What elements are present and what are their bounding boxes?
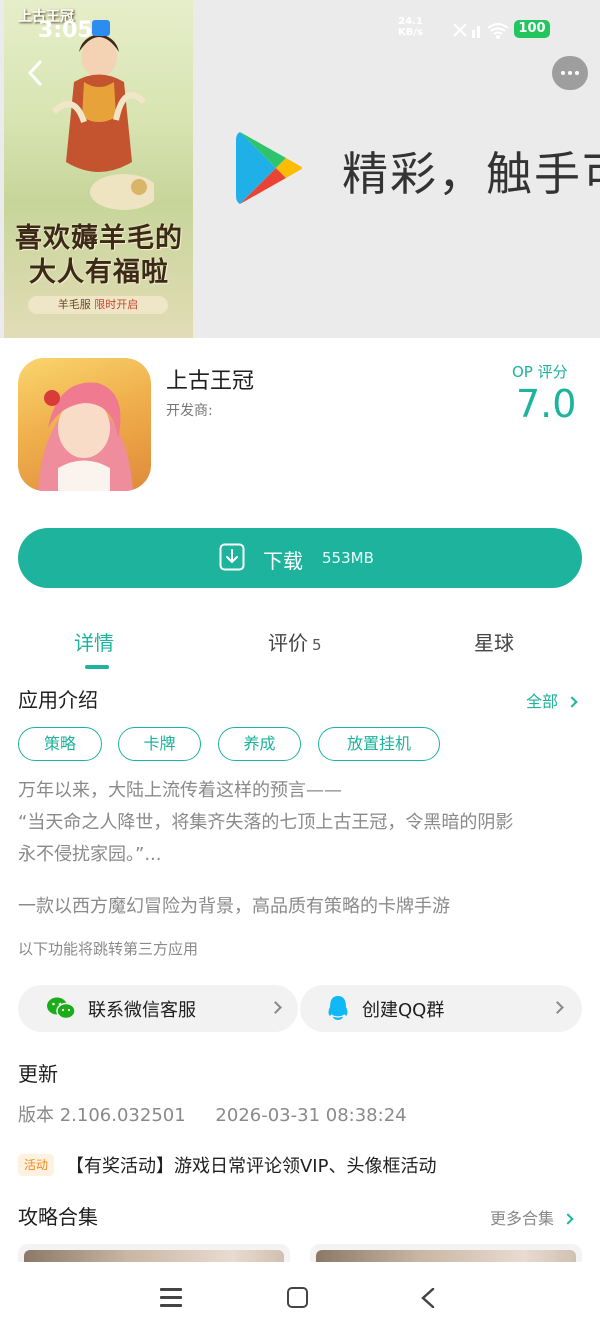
tab-details-label: 详情 [74, 631, 114, 655]
update-date: 2026-03-31 08:38:24 [215, 1105, 407, 1126]
poster-tag: 羊毛服 限时开启 [28, 296, 168, 314]
download-size: 553MB [322, 549, 374, 567]
tab-reviews-label: 评价 [268, 631, 308, 655]
description-line: 永不侵扰家园。”... [18, 844, 162, 865]
wechat-support-button[interactable]: 联系微信客服 [18, 985, 298, 1032]
wechat-support-label: 联系微信客服 [88, 1000, 196, 1021]
create-qq-group-button[interactable]: 创建QQ群 [300, 985, 582, 1032]
back-icon[interactable] [420, 1288, 436, 1308]
see-all-label: 全部 [526, 692, 559, 711]
more-collections-link[interactable]: 更多合集 [490, 1205, 574, 1229]
download-label: 下载 [263, 549, 303, 573]
chevron-right-icon [562, 1213, 574, 1225]
version-number: 版本 2.106.032501 [18, 1105, 186, 1126]
more-options-button[interactable] [552, 56, 588, 90]
recent-apps-icon[interactable] [160, 1288, 182, 1308]
more-collections-label: 更多合集 [490, 1209, 555, 1228]
qq-group-label: 创建QQ群 [362, 1000, 445, 1021]
network-speed: 24.1 KB/s [398, 16, 423, 38]
home-icon[interactable] [287, 1287, 308, 1308]
back-arrow-icon[interactable] [24, 58, 48, 88]
download-icon [219, 543, 245, 571]
wechat-icon [47, 997, 76, 1020]
poster-slogan-line-2: 大人有福啦 [29, 257, 169, 288]
tab-planet[interactable]: 星球 [474, 627, 514, 656]
download-button[interactable]: 下载 553MB [18, 528, 582, 588]
tab-indicator [85, 665, 109, 669]
poster-tag-prefix: 羊毛服 [57, 298, 91, 311]
intro-description: 万年以来，大陆上流传着这样的预言—— “当天命之人降世，将集齐失落的七顶上古王冠… [18, 775, 588, 871]
intro-summary: 一款以西方魔幻冒险为背景，高品质有策略的卡牌手游 [18, 896, 450, 917]
network-speed-unit: KB/s [398, 27, 423, 38]
video-caption: 精彩，触手可 [342, 147, 600, 201]
intro-title: 应用介绍 [18, 688, 98, 712]
chevron-right-icon [551, 1001, 564, 1014]
poster-tag-highlight: 限时开启 [94, 298, 139, 311]
app-name: 上古王冠 [166, 369, 255, 394]
qq-icon [328, 996, 348, 1020]
tag-nurture[interactable]: 养成 [218, 727, 301, 761]
battery-indicator: 100 [514, 20, 550, 38]
poster-slogan-line-1: 喜欢薅羊毛的 [15, 223, 183, 254]
tab-reviews-count: 5 [312, 636, 322, 654]
play-store-icon [236, 132, 302, 204]
tag-strategy[interactable]: 策略 [18, 727, 102, 761]
rating-value: 7.0 [516, 382, 577, 426]
tab-reviews[interactable]: 评价 5 [268, 627, 322, 656]
tab-planet-label: 星球 [474, 631, 514, 655]
tag-card[interactable]: 卡牌 [118, 727, 201, 761]
collections-title: 攻略合集 [18, 1205, 98, 1229]
description-line: “当天命之人降世，将集齐失落的七顶上古王冠，令黑暗的阴影 [18, 812, 514, 833]
app-icon-illustration [38, 382, 133, 491]
chevron-right-icon [269, 1001, 282, 1014]
system-navigation-bar [0, 1262, 600, 1333]
status-bar: 3:05 24.1 KB/s 100 [0, 0, 600, 56]
app-icon [18, 358, 151, 491]
update-title: 更新 [18, 1062, 58, 1086]
activity-badge: 活动 [18, 1154, 54, 1176]
poster-slogan: 喜欢薅羊毛的 大人有福啦 [10, 222, 188, 290]
see-all-link[interactable]: 全部 [526, 688, 578, 712]
signal-wifi-icons [453, 23, 509, 39]
tag-idle[interactable]: 放置挂机 [318, 727, 440, 761]
chevron-right-icon [566, 696, 578, 708]
third-party-note: 以下功能将跳转第三方应用 [18, 940, 199, 958]
rating-label: OP 评分 [512, 363, 568, 381]
tab-details[interactable]: 详情 [74, 627, 114, 656]
message-icon [92, 20, 110, 36]
version-info: 版本 2.106.032501 2026-03-31 08:38:24 [18, 1101, 407, 1127]
activity-link[interactable]: 【有奖活动】游戏日常评论领VIP、头像框活动 [66, 1152, 436, 1178]
network-speed-value: 24.1 [398, 16, 423, 27]
developer-label: 开发商: [166, 403, 213, 419]
status-time: 3:05 [38, 18, 93, 43]
description-line: 万年以来，大陆上流传着这样的预言—— [18, 780, 342, 801]
